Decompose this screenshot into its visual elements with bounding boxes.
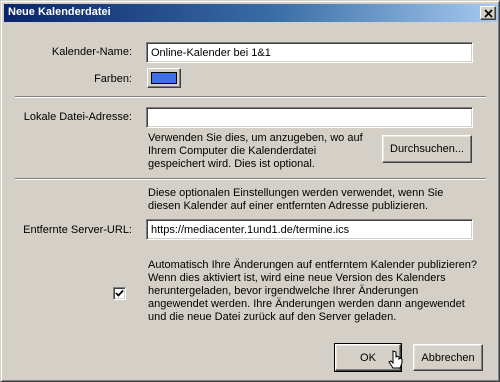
color-picker-button[interactable] <box>147 68 181 88</box>
close-icon <box>484 9 493 18</box>
calendar-name-input[interactable] <box>146 42 473 63</box>
calendar-name-label: Kalender-Name: <box>51 46 132 58</box>
close-button[interactable] <box>480 6 496 20</box>
server-url-input[interactable] <box>146 219 473 240</box>
separator <box>15 96 486 98</box>
color-swatch <box>151 72 177 84</box>
local-help-text: Verwenden Sie dies, um anzugeben, wo auf… <box>148 132 363 170</box>
server-url-label: Entfernte Server-URL: <box>23 224 132 236</box>
local-address-label: Lokale Datei-Adresse: <box>23 111 132 123</box>
dialog-window: Neue Kalenderdatei Kalender-Name: Farben… <box>0 0 500 382</box>
auto-publish-text: Automatisch Ihre Änderungen auf entfernt… <box>148 259 477 323</box>
cancel-button[interactable]: Abbrechen <box>413 344 483 371</box>
color-label: Farben: <box>94 73 132 85</box>
window-title: Neue Kalenderdatei <box>8 6 111 18</box>
title-bar[interactable]: Neue Kalenderdatei <box>4 4 498 22</box>
separator <box>15 178 486 180</box>
remote-intro-text: Diese optionalen Einstellungen werden ve… <box>148 187 444 212</box>
browse-button[interactable]: Durchsuchen... <box>382 135 472 163</box>
auto-publish-checkbox[interactable] <box>113 287 126 300</box>
mouse-pointer-icon <box>388 350 403 369</box>
checkmark-icon <box>115 289 124 297</box>
local-address-input[interactable] <box>146 107 473 128</box>
